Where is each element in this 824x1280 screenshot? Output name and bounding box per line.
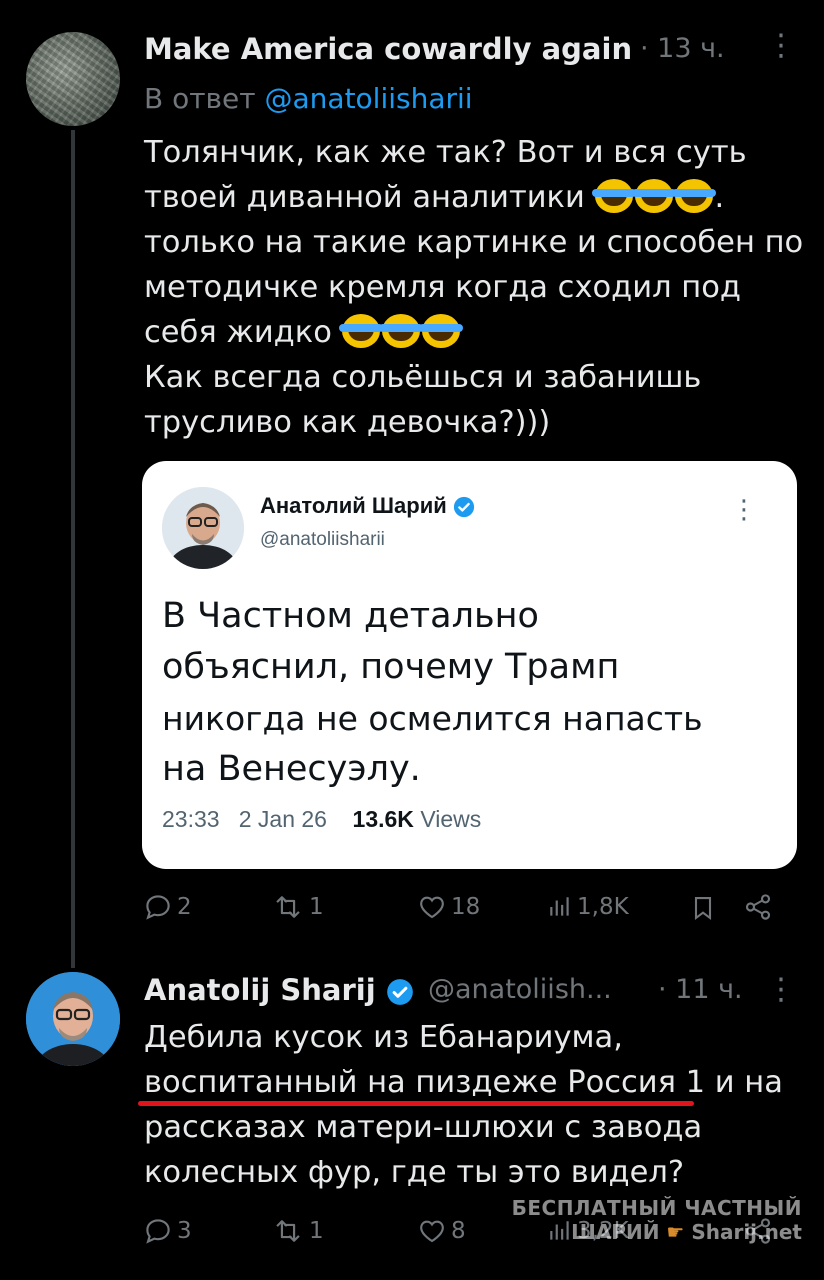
watermark-line1: БЕСПЛАТНЫЙ ЧАСТНЫЙ [511,1196,802,1220]
views-count: 1,8K [577,894,629,920]
laughing-emoji-icon [671,179,716,213]
quoted-date: 2 Jan 26 [238,806,327,832]
quoted-author-name-text: Анатолий Шарий [260,493,447,518]
tweet-text-line: только на такие картинке и способен по [144,225,804,260]
tweet-text-fragment: себя жидко [144,315,332,350]
tweet-text-line: трусливо как девочка?))) [144,405,551,440]
bookmark-icon [694,897,712,921]
red-highlight-underline [138,1101,694,1106]
tweet-text-line: воспитанный на пиздеже Россия 1 и на [144,1060,804,1105]
reply-button[interactable]: 3 [143,1216,192,1246]
repost-button[interactable]: 1 [271,892,324,922]
laughing-emoji-icon [338,314,383,348]
reply-count: 2 [177,894,192,920]
pointing-hand-icon: ☛ [666,1220,685,1244]
answer-author-name-text: Anatolij Sharij [144,973,376,1007]
share-button[interactable] [743,892,777,922]
quoted-text-line: В Частном детально [162,596,539,636]
quoted-tweet-footer: 23:33 2 Jan 26 13.6K Views [162,806,481,833]
watermark-text: ШАРИЙ [571,1220,660,1244]
quoted-views-label: Views [420,806,482,832]
tweet-text-fragment: твоей диванной аналитики [144,180,585,215]
attached-image-tweet-screenshot[interactable]: Анатолий Шарий @anatoliisharii ⋮ В Частн… [142,461,797,869]
reply-author-name[interactable]: Make America cowardly again [144,32,632,66]
thread-connector-line [71,130,75,968]
repost-icon [276,896,300,918]
laughing-emoji-icon [591,179,636,213]
bookmark-button[interactable] [689,892,721,924]
answer-timestamp[interactable]: · 11 ч. [658,974,743,1005]
quoted-author-avatar [162,487,244,569]
heart-icon [420,1220,444,1243]
watermark-site: Sharij.net [691,1220,802,1244]
verified-badge-icon [386,979,413,1005]
quoted-time: 23:33 [162,806,220,832]
quoted-tweet-text: В Частном детально объяснил, почему Трам… [162,591,782,795]
tweet-text-fragment: воспитанный на пиздеже Россия 1 [144,1065,706,1100]
watermark-line2: ШАРИЙ ☛ Sharij.net [512,1220,802,1244]
like-button[interactable]: 18 [417,892,480,922]
heart-icon [420,896,444,919]
watermark: БЕСПЛАТНЫЙ ЧАСТНЫЙ ШАРИЙ ☛ Sharij.net [512,1196,802,1244]
repost-button[interactable]: 1 [271,1216,324,1246]
share-icon [745,894,771,920]
tweet-text-line: методичке кремля когда сходил под [144,270,741,305]
tweet-text-line: Толянчик, как же так? Вот и вся суть [144,135,747,170]
tweet-text-line: колесных фур, где ты это видел? [144,1155,685,1190]
reply-action-bar: 2 1 18 1,8K [143,892,783,932]
more-options-icon[interactable]: ⋮ [766,972,796,1007]
repost-count: 1 [309,894,324,920]
quoted-text-line: объяснил, почему Трамп [162,647,620,687]
reply-button[interactable]: 2 [143,892,192,922]
laughing-emoji-icon [378,314,423,348]
like-count: 18 [451,894,481,920]
laughing-emoji-icon [631,179,676,213]
laughing-emoji-icon [418,314,463,348]
tweet-text-line: Дебила кусок из Ебанариума, [144,1020,623,1055]
reply-to-prefix: В ответ [144,82,256,115]
tweet-text-line: твоей диванной аналитики . [144,175,804,220]
reply-to-line: В ответ @anatoliisharii [144,82,473,115]
tweet-text-line: рассказах матери-шлюхи с завода [144,1110,703,1145]
quoted-text-line: на Венесуэлу. [162,749,421,789]
comment-icon [146,895,170,920]
bar-chart-icon [550,897,569,916]
reply-count: 3 [177,1218,192,1244]
tweet-text-fragment: и на [705,1065,783,1100]
tweet-text-fragment: . [714,180,725,215]
tweet-text-line: себя жидко [144,310,804,355]
views-button[interactable]: 1,8K [547,892,629,922]
quoted-author-handle: @anatoliisharii [260,529,385,550]
reply-timestamp[interactable]: · 13 ч. [640,33,725,64]
reply-tweet-text: Толянчик, как же так? Вот и вся суть тво… [144,130,804,445]
quoted-views-count: 13.6K [352,806,414,832]
like-count: 8 [451,1218,466,1244]
reply-to-handle-link[interactable]: @anatoliisharii [265,82,473,115]
more-options-icon[interactable]: ⋮ [766,28,796,63]
quoted-author-name: Анатолий Шарий [260,493,475,519]
author-avatar[interactable] [26,972,120,1066]
tweet-text-line: Как всегда сольёшься и забанишь [144,360,702,395]
author-avatar[interactable] [26,32,120,126]
repost-count: 1 [309,1218,324,1244]
like-button[interactable]: 8 [417,1216,466,1246]
answer-author-name[interactable]: Anatolij Sharij [144,973,414,1007]
quoted-text-line: никогда не осмелится напасть [162,699,703,738]
more-options-icon: ⋮ [731,495,757,525]
repost-icon [276,1220,300,1242]
verified-badge-icon [453,497,474,518]
answer-author-handle[interactable]: @anatoliish... [428,974,612,1005]
comment-icon [146,1219,170,1244]
